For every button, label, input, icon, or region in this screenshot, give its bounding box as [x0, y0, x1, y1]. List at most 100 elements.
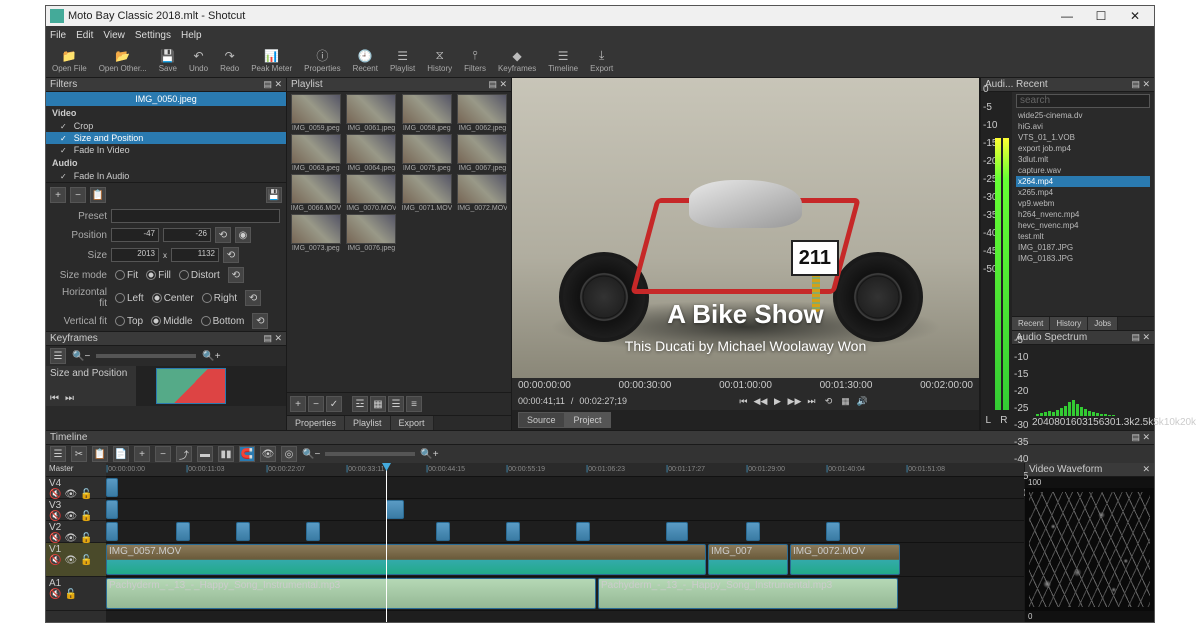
- volume-icon[interactable]: 🔊: [855, 394, 869, 408]
- tab-playlist[interactable]: Playlist: [345, 416, 391, 430]
- tl-menu-icon[interactable]: ☰: [50, 446, 66, 462]
- kf-zoom-slider[interactable]: [96, 354, 196, 358]
- playlist-item[interactable]: IMG_0066.MOV: [289, 174, 343, 212]
- menu-edit[interactable]: Edit: [76, 30, 93, 41]
- recent-item[interactable]: wide25-cinema.dv: [1016, 110, 1150, 121]
- menu-settings[interactable]: Settings: [135, 30, 171, 41]
- keyframes-close-icon[interactable]: ▤ ✕: [263, 333, 282, 344]
- hfit-center[interactable]: Center: [152, 293, 194, 304]
- tl-cut-icon[interactable]: ✂: [71, 446, 87, 462]
- playlist-item[interactable]: IMG_0076.jpeg: [345, 214, 399, 252]
- preset-dropdown[interactable]: [111, 209, 280, 223]
- recent-item[interactable]: IMG_0183.JPG: [1016, 253, 1150, 264]
- kf-canvas[interactable]: [136, 366, 286, 406]
- play-icon[interactable]: ▶: [770, 394, 784, 408]
- size-w[interactable]: 2013: [111, 248, 159, 262]
- track-v1[interactable]: V1🔇👁🔓: [46, 543, 106, 577]
- playlist-insert-button[interactable]: ✓: [326, 396, 342, 412]
- playlist-item[interactable]: IMG_0062.jpeg: [456, 94, 510, 132]
- tl-split-icon[interactable]: ▮▮: [218, 446, 234, 462]
- size-h[interactable]: 1132: [171, 248, 219, 262]
- toolbar-filters[interactable]: ⫯Filters: [464, 49, 486, 73]
- recent-item[interactable]: hiG.avi: [1016, 121, 1150, 132]
- filter-fade-in-video[interactable]: Fade In Video: [46, 144, 286, 156]
- tab-properties[interactable]: Properties: [287, 416, 345, 430]
- tc-current[interactable]: 00:00:41;11: [518, 396, 565, 406]
- toolbar-keyframes[interactable]: ◆Keyframes: [498, 49, 536, 73]
- tl-paste-icon[interactable]: 📄: [113, 446, 129, 462]
- playlist-item[interactable]: IMG_0067.jpeg: [456, 134, 510, 172]
- playhead[interactable]: [386, 463, 387, 622]
- tl-zoom-slider[interactable]: [325, 452, 415, 456]
- playlist-item[interactable]: IMG_0071.MOV: [400, 174, 454, 212]
- track-v2[interactable]: V2🔇👁🔓: [46, 521, 106, 543]
- reset-size-icon[interactable]: ⟲: [223, 247, 239, 263]
- tab-recent[interactable]: Recent: [1012, 317, 1050, 330]
- recent-item[interactable]: IMG_0187.JPG: [1016, 242, 1150, 253]
- toolbar-export[interactable]: ⤓Export: [590, 49, 613, 73]
- tl-zoomin-icon[interactable]: 🔍+: [420, 449, 438, 460]
- playlist-item[interactable]: IMG_0072.MOV: [456, 174, 510, 212]
- tl-append-icon[interactable]: +: [134, 446, 150, 462]
- hfit-right[interactable]: Right: [202, 293, 237, 304]
- recent-item[interactable]: x265.mp4: [1016, 187, 1150, 198]
- tab-project[interactable]: Project: [565, 412, 611, 428]
- maximize-button[interactable]: ☐: [1086, 7, 1116, 25]
- timeline-close-icon[interactable]: ▤ ✕: [1131, 432, 1150, 443]
- reset-hfit-icon[interactable]: ⟲: [245, 290, 261, 306]
- filter-fade-in-audio[interactable]: Fade In Audio: [46, 170, 286, 182]
- playlist-view-icons-icon[interactable]: ☰: [388, 396, 404, 412]
- recent-item[interactable]: x264.mp4: [1016, 176, 1150, 187]
- track-v3[interactable]: V3🔇👁🔓: [46, 499, 106, 521]
- position-y[interactable]: -26: [163, 228, 211, 242]
- clip-v1-main[interactable]: IMG_0057.MOV: [106, 544, 706, 575]
- menu-view[interactable]: View: [103, 30, 125, 41]
- playlist-view-details-icon[interactable]: ☲: [352, 396, 368, 412]
- skip-start-icon[interactable]: ⏮: [736, 394, 750, 408]
- recent-item[interactable]: capture.wav: [1016, 165, 1150, 176]
- toolbar-open-other-[interactable]: 📂Open Other...: [99, 49, 147, 73]
- tab-history[interactable]: History: [1050, 317, 1088, 330]
- remove-filter-button[interactable]: −: [70, 187, 86, 203]
- preview-viewport[interactable]: 211 A Bike Show This Ducati by Michael W…: [512, 78, 979, 378]
- toolbar-save[interactable]: 💾Save: [159, 49, 177, 73]
- tl-overwrite-icon[interactable]: ▬: [197, 446, 213, 462]
- tl-copy-icon[interactable]: 📋: [92, 446, 108, 462]
- forward-icon[interactable]: ▶▶: [787, 394, 801, 408]
- tab-jobs[interactable]: Jobs: [1088, 317, 1118, 330]
- sizemode-fit[interactable]: Fit: [115, 270, 138, 281]
- keyframe-position-icon[interactable]: ◉: [235, 227, 251, 243]
- playlist-item[interactable]: IMG_0075.jpeg: [400, 134, 454, 172]
- playlist-item[interactable]: IMG_0064.jpeg: [345, 134, 399, 172]
- selected-clip[interactable]: IMG_0050.jpeg: [46, 92, 286, 106]
- playlist-close-icon[interactable]: ▤ ✕: [488, 79, 507, 90]
- clip-a1[interactable]: Pachyderm_-_13_-_Happy_Song_Instrumental…: [106, 578, 596, 609]
- toolbar-timeline[interactable]: ☰Timeline: [548, 49, 578, 73]
- panel-menu-icon[interactable]: ▤ ✕: [263, 79, 282, 90]
- tl-zoomout-icon[interactable]: 🔍−: [302, 449, 320, 460]
- tl-scrub-icon[interactable]: 👁: [260, 446, 276, 462]
- toolbar-open-file[interactable]: 📁Open File: [52, 49, 87, 73]
- waveform-close-icon[interactable]: ✕: [1142, 464, 1150, 475]
- zoom-out-icon[interactable]: 🔍−: [72, 351, 90, 362]
- vfit-top[interactable]: Top: [115, 316, 143, 327]
- recent-close-icon[interactable]: ▤ ✕: [1131, 79, 1150, 90]
- toolbar-playlist[interactable]: ☰Playlist: [390, 49, 415, 73]
- kf-clip-thumb[interactable]: [156, 368, 226, 404]
- minimize-button[interactable]: —: [1052, 7, 1082, 25]
- recent-item[interactable]: vp9.webm: [1016, 198, 1150, 209]
- recent-item[interactable]: hevc_nvenc.mp4: [1016, 220, 1150, 231]
- kf-menu-icon[interactable]: ☰: [50, 348, 66, 364]
- tab-export[interactable]: Export: [391, 416, 434, 430]
- menu-help[interactable]: Help: [181, 30, 202, 41]
- copy-filter-button[interactable]: 📋: [90, 187, 106, 203]
- playlist-item[interactable]: IMG_0070.MOV: [345, 174, 399, 212]
- playlist-add-button[interactable]: +: [290, 396, 306, 412]
- preview-ruler[interactable]: 00:00:00:00 00:00:30:00 00:01:00:00 00:0…: [512, 378, 979, 392]
- close-button[interactable]: ✕: [1120, 7, 1150, 25]
- position-x[interactable]: -47: [111, 228, 159, 242]
- recent-item[interactable]: export job.mp4: [1016, 143, 1150, 154]
- toolbar-history[interactable]: ⧖History: [427, 49, 452, 73]
- reset-vfit-icon[interactable]: ⟲: [252, 313, 268, 329]
- skip-end-icon[interactable]: ⏭: [804, 394, 818, 408]
